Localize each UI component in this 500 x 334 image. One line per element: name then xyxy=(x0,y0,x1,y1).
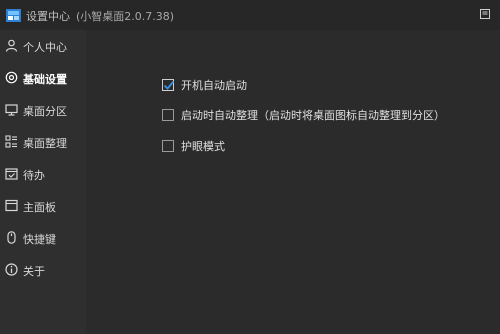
sidebar-item-label: 主面板 xyxy=(23,201,56,214)
app-logo-icon xyxy=(6,9,21,22)
sidebar-item-main-panel[interactable]: 主面板 xyxy=(0,190,86,222)
option-auto-organize[interactable]: 启动时自动整理（启动时将桌面图标自动整理到分区） xyxy=(162,106,445,124)
window-title-text: 设置中心 xyxy=(26,10,70,23)
sidebar: 个人中心 基础设置 桌面分区 桌面整理 待办 主面板 快捷键 关于 xyxy=(0,30,86,334)
settings-panel: 开机自动启动 启动时自动整理（启动时将桌面图标自动整理到分区） 护眼模式 xyxy=(86,30,500,334)
mouse-icon xyxy=(7,231,16,244)
auto-organize-label: 启动时自动整理（启动时将桌面图标自动整理到分区） xyxy=(181,109,445,122)
sidebar-item-label: 桌面分区 xyxy=(23,105,67,118)
sidebar-item-about[interactable]: 关于 xyxy=(0,254,86,286)
sidebar-item-label: 待办 xyxy=(23,169,45,182)
sidebar-item-basic-settings[interactable]: 基础设置 xyxy=(0,62,86,94)
sidebar-item-personal-center[interactable]: 个人中心 xyxy=(0,30,86,62)
sidebar-item-todo[interactable]: 待办 xyxy=(0,158,86,190)
calendar-check-icon xyxy=(5,168,18,180)
checkmark-icon xyxy=(163,80,175,90)
sidebar-item-desktop-organize[interactable]: 桌面整理 xyxy=(0,126,86,158)
window-title: 设置中心 (小智桌面2.0.7.38) xyxy=(26,8,174,24)
sidebar-item-label: 个人中心 xyxy=(23,41,67,54)
info-icon xyxy=(5,263,18,276)
title-bar: 设置中心 (小智桌面2.0.7.38) xyxy=(0,0,500,30)
eye-care-label: 护眼模式 xyxy=(181,140,225,153)
pin-icon[interactable] xyxy=(478,7,492,21)
sidebar-item-shortcuts[interactable]: 快捷键 xyxy=(0,222,86,254)
app-version: (小智桌面2.0.7.38) xyxy=(76,10,175,23)
auto-organize-checkbox[interactable] xyxy=(162,109,174,121)
user-icon xyxy=(5,39,18,52)
sidebar-item-label: 快捷键 xyxy=(23,233,56,246)
monitor-icon xyxy=(5,104,18,116)
auto-start-label: 开机自动启动 xyxy=(181,79,247,92)
eye-care-checkbox[interactable] xyxy=(162,140,174,152)
sidebar-item-desktop-partition[interactable]: 桌面分区 xyxy=(0,94,86,126)
sidebar-item-label: 关于 xyxy=(23,265,45,278)
settings-gear-icon xyxy=(5,71,18,84)
grid-organize-icon xyxy=(5,135,17,148)
auto-start-checkbox[interactable] xyxy=(162,79,175,91)
sidebar-item-label: 基础设置 xyxy=(23,73,67,86)
sidebar-item-label: 桌面整理 xyxy=(23,137,67,150)
option-eye-care[interactable]: 护眼模式 xyxy=(162,137,225,155)
option-auto-start[interactable]: 开机自动启动 xyxy=(162,76,247,94)
panel-icon xyxy=(5,199,18,212)
